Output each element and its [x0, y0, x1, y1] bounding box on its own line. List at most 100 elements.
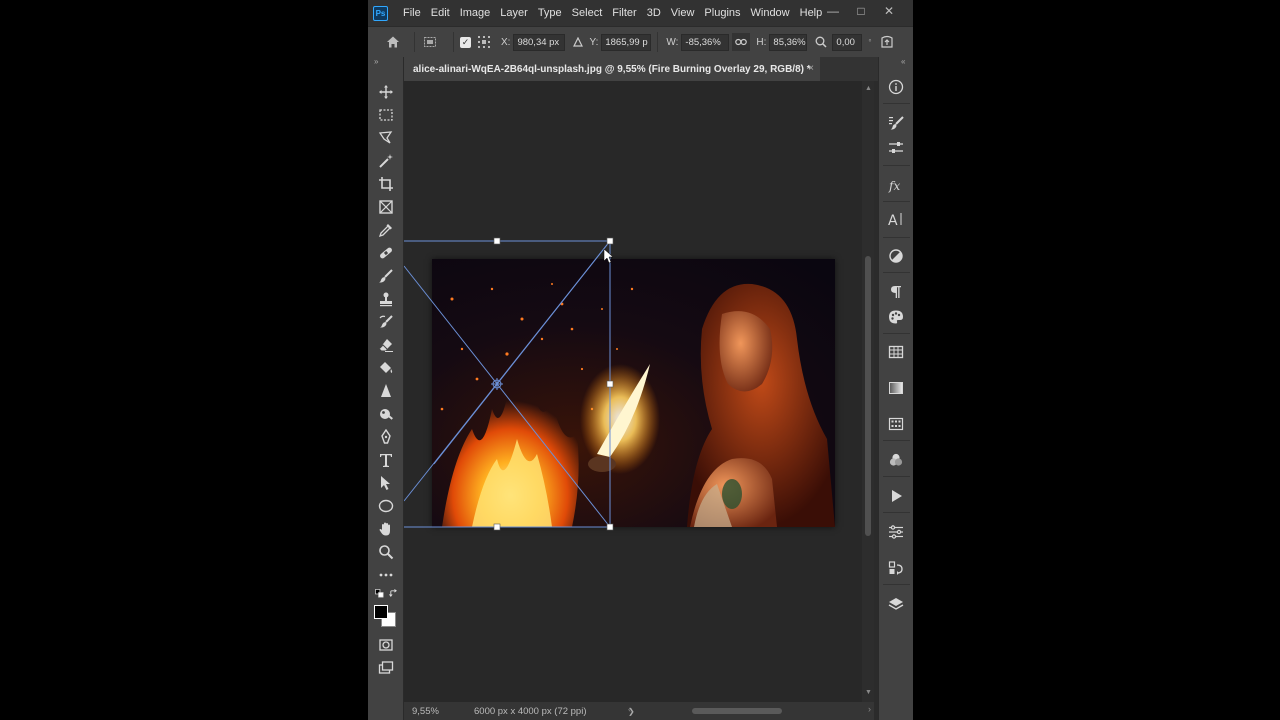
adjust-icon[interactable]: [886, 138, 906, 158]
menu-bar: Ps File Edit Image Layer Type Select Fil…: [368, 0, 913, 26]
menu-type[interactable]: Type: [533, 0, 567, 26]
menu-view[interactable]: View: [666, 0, 700, 26]
properties-icon[interactable]: [886, 522, 906, 542]
menu-layer[interactable]: Layer: [495, 0, 533, 26]
foreground-color-swatch[interactable]: [374, 605, 388, 619]
scroll-down-icon[interactable]: ▼: [865, 689, 872, 696]
collapse-panels-icon[interactable]: «: [901, 57, 905, 66]
menu-plugins[interactable]: Plugins: [699, 0, 745, 26]
marquee-icon[interactable]: [375, 105, 397, 125]
scroll-right-icon[interactable]: ›: [868, 704, 871, 714]
character-icon[interactable]: A: [886, 209, 906, 229]
reference-point-checkbox[interactable]: ✓: [460, 36, 471, 48]
reference-point-icon[interactable]: [475, 33, 493, 51]
more-tools-icon[interactable]: [375, 565, 397, 585]
angle-field[interactable]: 0,00: [832, 33, 863, 51]
link-icon[interactable]: [732, 33, 751, 51]
ellipse-icon[interactable]: [375, 496, 397, 516]
x-position-field[interactable]: 980,34 px: [513, 33, 566, 51]
menu-edit[interactable]: Edit: [426, 0, 455, 26]
photoshop-window: Ps File Edit Image Layer Type Select Fil…: [368, 0, 913, 720]
angle-degree-icon: °: [868, 37, 872, 47]
close-button[interactable]: ✕: [875, 4, 903, 18]
layers-icon[interactable]: [886, 594, 906, 614]
menu-file[interactable]: File: [398, 0, 426, 26]
collapse-arrows-icon[interactable]: »: [374, 57, 378, 66]
crop-icon[interactable]: [375, 174, 397, 194]
warp-icon[interactable]: [878, 33, 896, 51]
dodge-icon[interactable]: [375, 404, 397, 424]
healing-brush-icon[interactable]: [375, 243, 397, 263]
patterns-icon[interactable]: [886, 414, 906, 434]
w-label: W:: [666, 36, 679, 48]
clone-stamp-icon[interactable]: [375, 289, 397, 309]
search-icon[interactable]: [812, 33, 830, 51]
height-field[interactable]: 85,36%: [769, 33, 808, 51]
pen-icon[interactable]: [375, 427, 397, 447]
horizontal-scrollbar-thumb[interactable]: [692, 708, 782, 714]
zoom-icon[interactable]: [375, 542, 397, 562]
paragraph-icon[interactable]: [886, 282, 906, 302]
path-selection-icon[interactable]: [375, 473, 397, 493]
zoom-level[interactable]: 9,55%: [412, 706, 474, 717]
photoshop-logo: Ps: [373, 5, 388, 21]
default-colors-icon[interactable]: [372, 587, 386, 599]
fx-icon[interactable]: fx: [886, 175, 906, 195]
quick-mask-icon[interactable]: [375, 635, 397, 655]
adjustments-icon[interactable]: [886, 246, 906, 266]
actions-icon[interactable]: [886, 486, 906, 506]
move-icon[interactable]: [375, 82, 397, 102]
sharpen-icon[interactable]: [375, 381, 397, 401]
menu-filter[interactable]: Filter: [607, 0, 641, 26]
horizontal-scrollbar[interactable]: ‹ ›: [628, 704, 871, 715]
hand-icon[interactable]: [375, 519, 397, 539]
close-tab-icon[interactable]: ×: [808, 63, 814, 74]
scroll-up-icon[interactable]: ▲: [865, 85, 872, 92]
y-label: Y:: [589, 36, 599, 48]
frame-icon[interactable]: [375, 197, 397, 217]
history-icon[interactable]: [886, 558, 906, 578]
eraser-icon[interactable]: [375, 335, 397, 355]
menu-select[interactable]: Select: [567, 0, 608, 26]
paint-bucket-icon[interactable]: [375, 358, 397, 378]
x-label: X:: [501, 36, 511, 48]
transform-tool-icon[interactable]: [421, 33, 439, 51]
panel-dock: « fx A: [878, 57, 913, 720]
delta-icon[interactable]: [569, 33, 587, 51]
swap-colors-icon[interactable]: [386, 587, 400, 599]
brush-icon[interactable]: [375, 266, 397, 286]
menu-image[interactable]: Image: [455, 0, 496, 26]
canvas-area[interactable]: [404, 81, 862, 702]
width-field[interactable]: -85,36%: [681, 33, 730, 51]
lasso-icon[interactable]: [375, 128, 397, 148]
minimize-button[interactable]: —: [819, 4, 847, 18]
document-image[interactable]: [432, 259, 835, 527]
options-bar: ✓ X: 980,34 px Y: 1865,99 p W: -85,36% H…: [368, 26, 913, 57]
document-tab-title: alice-alinari-WqEA-2B64ql-unsplash.jpg @…: [413, 63, 811, 75]
svg-text:A: A: [888, 213, 898, 227]
tools-panel: »: [368, 57, 404, 720]
menu-3d[interactable]: 3D: [642, 0, 666, 26]
swatches-icon[interactable]: [886, 307, 906, 327]
scroll-left-icon[interactable]: ‹: [628, 704, 631, 714]
brush-settings-icon[interactable]: [886, 113, 906, 133]
screen-mode-icon[interactable]: [375, 658, 397, 678]
menu-window[interactable]: Window: [746, 0, 795, 26]
type-icon[interactable]: [375, 450, 397, 470]
vertical-scrollbar[interactable]: ▲ ▼: [862, 81, 874, 702]
history-brush-icon[interactable]: [375, 312, 397, 332]
info-icon[interactable]: [886, 77, 906, 97]
home-icon[interactable]: [384, 33, 402, 51]
document-tab[interactable]: alice-alinari-WqEA-2B64ql-unsplash.jpg @…: [404, 57, 820, 81]
channels-icon[interactable]: [886, 450, 906, 470]
vertical-scrollbar-thumb[interactable]: [865, 256, 871, 536]
table-icon[interactable]: [886, 342, 906, 362]
document-size: 6000 px x 4000 px (72 ppi): [474, 705, 587, 717]
maximize-button[interactable]: □: [847, 4, 875, 18]
gradient-icon[interactable]: [886, 378, 906, 398]
magic-wand-icon[interactable]: [375, 151, 397, 171]
document-tab-bar: alice-alinari-WqEA-2B64ql-unsplash.jpg @…: [404, 57, 913, 81]
eyedropper-icon[interactable]: [375, 220, 397, 240]
svg-text:fx: fx: [888, 179, 900, 193]
y-position-field[interactable]: 1865,99 p: [601, 33, 652, 51]
